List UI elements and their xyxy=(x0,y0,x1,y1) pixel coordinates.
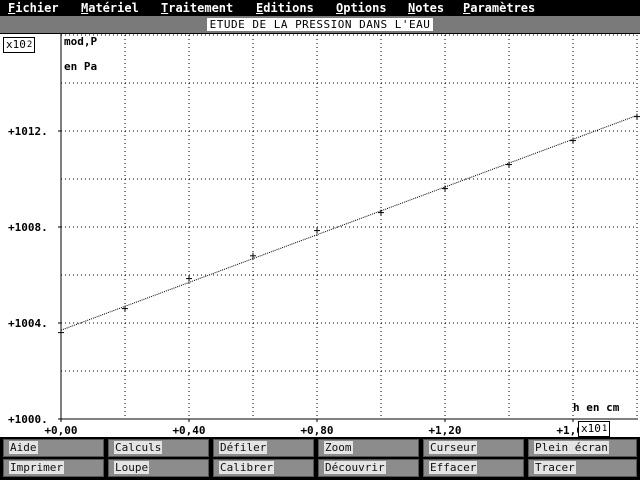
curseur-button[interactable]: Curseur xyxy=(423,439,524,457)
y-tick-label: +1004. xyxy=(8,317,48,330)
imprimer-button[interactable]: Imprimer xyxy=(3,459,104,477)
x-tick-label: +0,40 xyxy=(172,424,205,437)
y-axis-unit: en Pa xyxy=(64,60,98,73)
y-tick-label: +1000. xyxy=(8,413,48,426)
effacer-button[interactable]: Effacer xyxy=(423,459,524,477)
button-panel: Aide Calculs Défiler Zoom Curseur Plein … xyxy=(0,437,640,480)
zoom-button[interactable]: Zoom xyxy=(318,439,419,457)
y-tick-labels: +1000. +1004. +1008. +1012. xyxy=(8,125,61,426)
y-scale-box[interactable]: x102 xyxy=(3,37,36,53)
aide-button[interactable]: Aide xyxy=(3,439,104,457)
y-tick-label: +1012. xyxy=(8,125,48,138)
x-tick-label: +0,00 xyxy=(44,424,77,437)
x-tick-label: +0,80 xyxy=(300,424,333,437)
calibrer-button[interactable]: Calibrer xyxy=(213,459,314,477)
tracer-button[interactable]: Tracer xyxy=(528,459,637,477)
defiler-button[interactable]: Défiler xyxy=(213,439,314,457)
plein-ecran-button[interactable]: Plein écran xyxy=(528,439,637,457)
calculs-button[interactable]: Calculs xyxy=(108,439,209,457)
x-scale-box[interactable]: x101 xyxy=(578,421,611,437)
x-axis-label: h en cm xyxy=(573,401,620,414)
x-tick-label: +1,20 xyxy=(428,424,461,437)
loupe-button[interactable]: Loupe xyxy=(108,459,209,477)
y-tick-label: +1008. xyxy=(8,221,48,234)
y-axis-label: mod,P xyxy=(64,35,98,48)
decouvrir-button[interactable]: Découvrir xyxy=(318,459,419,477)
x-tick-labels: +0,00 +0,40 +0,80 +1,20 +1,60 xyxy=(44,419,590,437)
